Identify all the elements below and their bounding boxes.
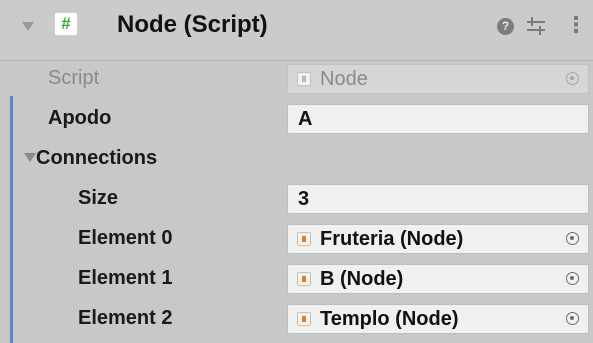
script-asset-icon [297,72,311,86]
size-label: Size [78,187,119,209]
element-object-field[interactable]: Fruteria (Node) [287,224,589,254]
element-label: Element 0 [78,227,173,249]
foldout-arrow-icon[interactable] [22,22,34,31]
size-input[interactable]: 3 [287,184,589,214]
connections-foldout-icon[interactable] [24,153,36,162]
connections-label[interactable]: Connections [36,146,157,170]
element-label: Element 1 [78,267,173,289]
apodo-row: Apodo A [0,100,593,138]
size-row: Size 3 [0,180,593,218]
help-icon[interactable]: ? [497,18,514,35]
element-value: Templo (Node) [320,308,459,330]
object-picker-icon[interactable] [566,312,579,325]
node-object-icon [297,232,311,246]
inspector-component-panel: # Node (Script) ? ⋮ Script Node Apodo A … [0,0,593,343]
element-row: Element 0 Fruteria (Node) [0,220,593,258]
element-object-field[interactable]: B (Node) [287,264,589,294]
element-value: B (Node) [320,268,404,290]
script-field: Node [287,64,589,94]
connections-row[interactable]: Connections [0,140,593,178]
element-row: Element 1 B (Node) [0,260,593,298]
node-object-icon [297,272,311,286]
object-picker-icon[interactable] [566,272,579,285]
element-row: Element 2 Templo (Node) [0,300,593,338]
script-value: Node [320,68,368,90]
component-title: Node (Script) [117,11,268,38]
object-picker-icon[interactable] [566,232,579,245]
script-row: Script Node [0,60,593,98]
component-header[interactable]: # Node (Script) ? ⋮ [0,0,593,61]
more-icon[interactable]: ⋮ [565,13,587,39]
apodo-label: Apodo [48,107,112,129]
object-picker-icon [566,72,579,85]
element-value: Fruteria (Node) [320,228,464,250]
apodo-input[interactable]: A [287,104,589,134]
element-label: Element 2 [78,307,173,329]
element-object-field[interactable]: Templo (Node) [287,304,589,334]
node-object-icon [297,312,311,326]
script-label: Script [48,67,100,89]
presets-icon[interactable] [525,14,547,38]
script-icon: # [54,12,78,36]
